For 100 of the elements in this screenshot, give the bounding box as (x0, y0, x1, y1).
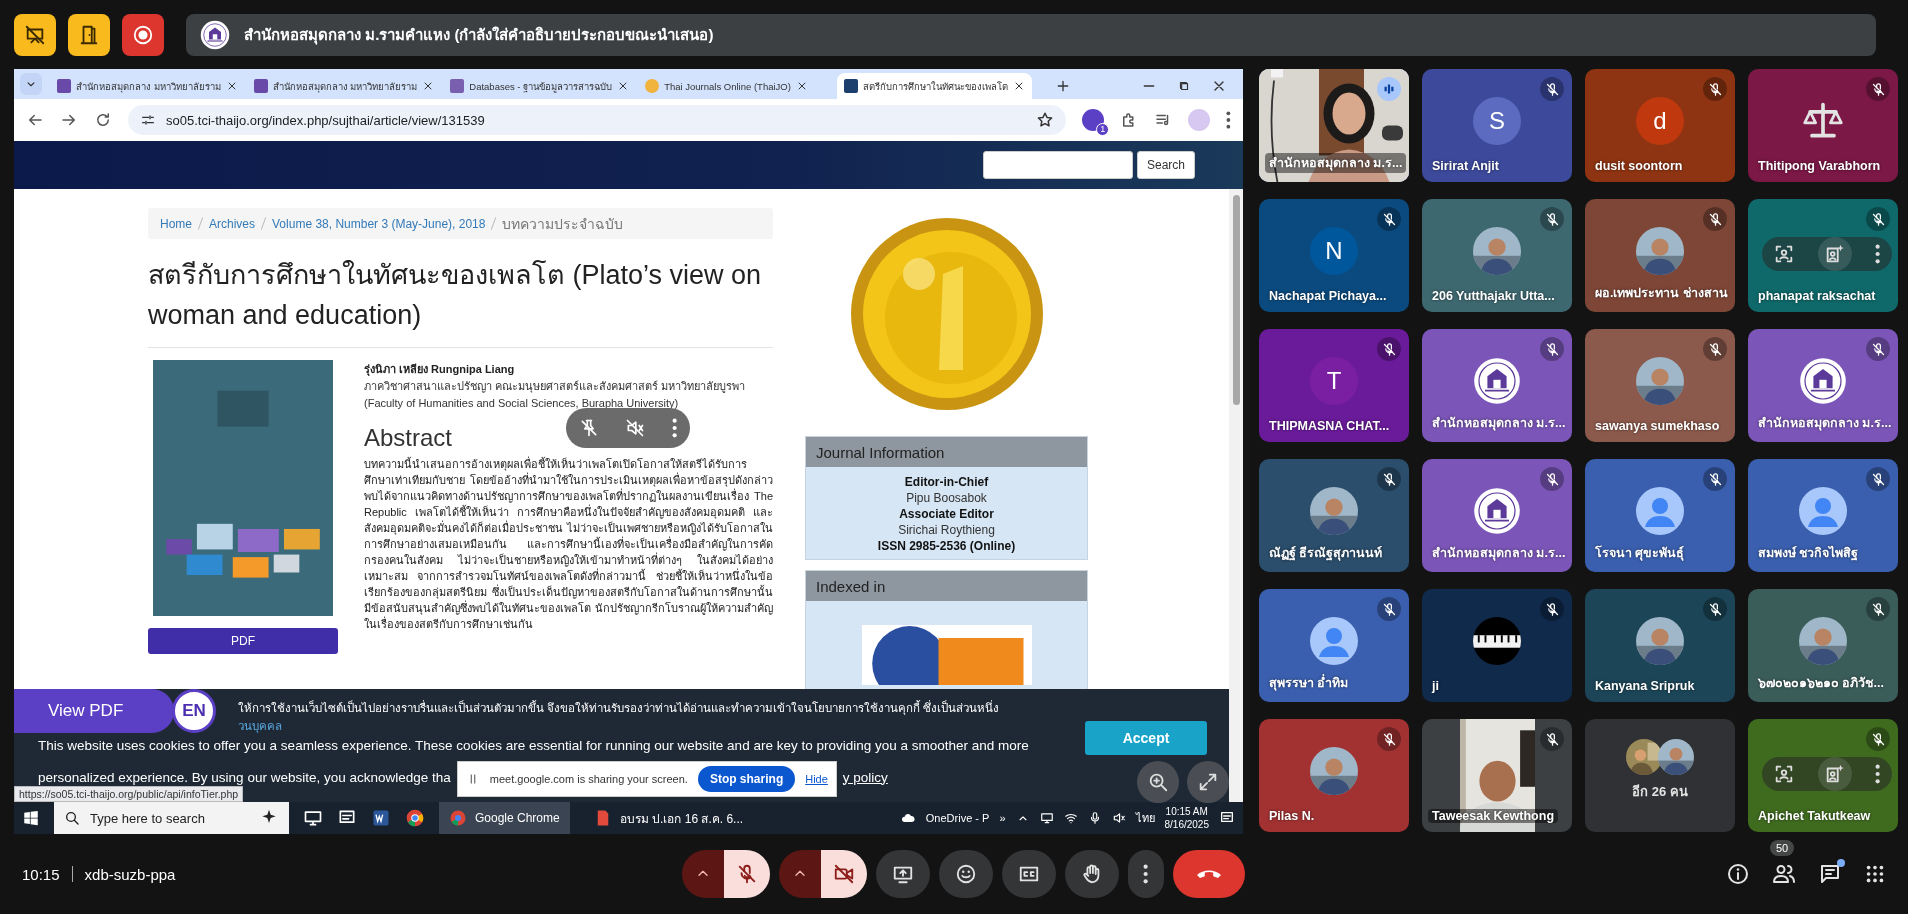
participant-tile[interactable]: ณัฏฐ์ ธีรณัฐสุภานนท์ (1259, 459, 1409, 572)
participant-tile[interactable]: ๖๗๐๒๐๑๖๒๑๐ อภิวัช... (1748, 589, 1898, 702)
new-tab-icon[interactable] (1055, 78, 1071, 94)
more-icon[interactable] (1875, 764, 1881, 784)
participant-tile[interactable]: สุพรรษา อ่ำทิม (1259, 589, 1409, 702)
participant-name: Sirirat Anjit (1432, 159, 1499, 173)
present-button[interactable] (876, 850, 930, 898)
scrollbar[interactable] (1229, 189, 1243, 802)
participant-name: THIPMASNA CHAT... (1269, 419, 1390, 433)
participant-name: สมพงษ์ ชวกิจไพสิฐ (1758, 545, 1859, 563)
profile-button[interactable] (1082, 109, 1105, 131)
participant-tile[interactable]: 206 Yutthajakr Utta... (1422, 199, 1572, 312)
more-icon[interactable] (1226, 111, 1231, 129)
participant-tile[interactable]: Apichet Takutkeaw (1748, 719, 1898, 832)
browser-icon[interactable] (405, 808, 425, 828)
breadcrumb-link[interactable]: Archives (209, 216, 256, 231)
participant-tile[interactable]: d dusit soontorn (1585, 69, 1735, 182)
participant-name: สำนักหอสมุดกลาง ม.ร... (1432, 415, 1566, 433)
author-name: รุ่งนิภา เหลียง Rungnipa Liang (364, 362, 516, 378)
raise-hand-button[interactable] (1065, 850, 1119, 898)
participant-name: ji (1432, 679, 1439, 693)
building-logo-icon (1473, 356, 1521, 405)
search-button[interactable]: Search (1136, 151, 1195, 179)
participant-tile[interactable]: N Nachapat Pichaya... (1259, 199, 1409, 312)
view-pdf-button[interactable]: View PDF (14, 689, 174, 733)
avatar-initial: S (1473, 96, 1521, 145)
avatar-icon (1310, 616, 1358, 665)
participant-tile[interactable]: Thitipong Varabhorn (1748, 69, 1898, 182)
browser-tab[interactable]: Thai Journals Online (ThaiJO) (638, 73, 815, 99)
word-icon[interactable] (371, 808, 391, 828)
participant-tile[interactable]: sawanya sumekhaso (1585, 329, 1735, 442)
chat-button[interactable] (1818, 862, 1842, 886)
browser-tab[interactable]: Databases - ฐานข้อมูลวารสารฉบับ (443, 73, 637, 99)
participant-tile[interactable]: สำนักหอสมุดกลาง ม.ร... (1422, 459, 1572, 572)
record-button[interactable] (122, 13, 164, 56)
network-icon[interactable] (1063, 811, 1078, 825)
avatar-icon (1799, 486, 1847, 535)
taskbar-app[interactable]: Google Chrome (439, 802, 570, 834)
participant-name: Nachapat Pichaya... (1269, 289, 1387, 303)
participant-name: sawanya sumekhaso (1595, 419, 1720, 433)
notification-badge: 1 (1096, 123, 1110, 136)
participant-tile[interactable]: phanapat raksachat (1748, 199, 1898, 312)
participant-tile[interactable]: T THIPMASNA CHAT... (1259, 329, 1409, 442)
volume-muted-icon[interactable] (1111, 811, 1126, 825)
avatar-initial: T (1310, 356, 1358, 405)
privacy-link[interactable]: วนบุคคล (238, 717, 282, 735)
exit-button[interactable] (68, 13, 110, 56)
participant-name: โรจนา ศุขะพันธุ์ (1595, 544, 1685, 563)
annotation-off-button[interactable] (14, 13, 56, 56)
microphone-button[interactable] (724, 850, 770, 898)
participant-name: สำนักหอสมุดกลาง ม.ร... (1432, 545, 1566, 563)
address-bar[interactable]: so05.tci-thaijo.org/index.php/sujthai/article/view/131539 (128, 105, 1067, 135)
more-icon[interactable] (671, 418, 677, 438)
apps-icon[interactable] (1864, 863, 1886, 885)
participant-tile[interactable]: ผอ.เทพประทาน ช่างสาน (1585, 199, 1735, 312)
mute-icon[interactable] (625, 418, 646, 438)
favicon-icon (57, 79, 71, 93)
participant-tile[interactable]: Kanyana Sripruk (1585, 589, 1735, 702)
browser-icon (449, 809, 467, 827)
participant-tile[interactable]: สมพงษ์ ชวกิจไพสิฐ (1748, 459, 1898, 572)
reload-icon[interactable] (94, 111, 112, 129)
browser-tab[interactable]: สตรีกับการศึกษาในทัศนะของเพลโต (837, 73, 1033, 99)
pdf-button[interactable]: PDF (148, 628, 338, 654)
participant-tile[interactable]: อีก 26 คน (1585, 719, 1735, 832)
restore-icon[interactable] (1177, 79, 1191, 93)
avatar-initial: d (1636, 96, 1684, 145)
onedrive-label[interactable]: OneDrive - P (925, 812, 990, 824)
participant-tile[interactable]: โรจนา ศุขะพันธุ์ (1585, 459, 1735, 572)
participant-tile[interactable]: ji (1422, 589, 1572, 702)
hide-link[interactable]: Hide (805, 773, 828, 785)
participant-tile[interactable]: S Sirirat Anjit (1422, 69, 1572, 182)
taskbar-clock[interactable]: 10:15 AM 8/16/2025 (1164, 805, 1209, 831)
breadcrumb-link[interactable]: Volume 38, Number 3 (May-June), 2018 (272, 216, 486, 231)
participant-tile[interactable]: สำนักหอสมุดกลาง ม.ร... (1422, 329, 1572, 442)
participant-tile[interactable]: สำนักหอสมุดกลาง ม.ร... (1748, 329, 1898, 442)
browser-tab[interactable]: สำนักหอสมุดกลาง มหาวิทยาลัยราม (246, 73, 442, 99)
camera-button[interactable] (821, 850, 867, 898)
policy-link[interactable]: y policy (842, 769, 888, 785)
input-language[interactable]: ไทย (1135, 809, 1155, 827)
browser-tab[interactable]: สำนักหอสมุดกลาง มหาวิทยาลัยราม (50, 73, 245, 99)
reactions-button[interactable] (939, 850, 993, 898)
captions-button[interactable] (1002, 850, 1056, 898)
taskbar-app[interactable]: อบรม ป.เอก 16 ส.ค. 6... (583, 802, 754, 834)
participant-tile[interactable]: Pilas N. (1259, 719, 1409, 832)
monitor-icon[interactable] (1039, 811, 1054, 825)
taskbar-search[interactable]: Type here to search (54, 802, 289, 834)
participant-tile[interactable]: สำนักหอสมุดกลาง ม.ร... (1259, 69, 1409, 182)
tab-search-button[interactable] (20, 73, 42, 95)
participant-name: สำนักหอสมุดกลาง ม.ร... (1265, 153, 1407, 173)
leave-call-button[interactable] (1173, 850, 1245, 898)
windows-start-icon[interactable] (22, 809, 40, 827)
search-field[interactable] (982, 151, 1133, 179)
overflow-button[interactable]: » (999, 812, 1006, 824)
info-icon[interactable] (1726, 862, 1750, 886)
breadcrumb-link[interactable]: Home (160, 216, 192, 231)
meeting-code: xdb-suzb-ppa (84, 865, 176, 883)
more-options-button[interactable] (1128, 850, 1164, 898)
stop-sharing-button[interactable]: Stop sharing (697, 766, 796, 792)
bookmark-star-icon[interactable] (1036, 111, 1055, 129)
more-icon[interactable] (1875, 244, 1881, 264)
